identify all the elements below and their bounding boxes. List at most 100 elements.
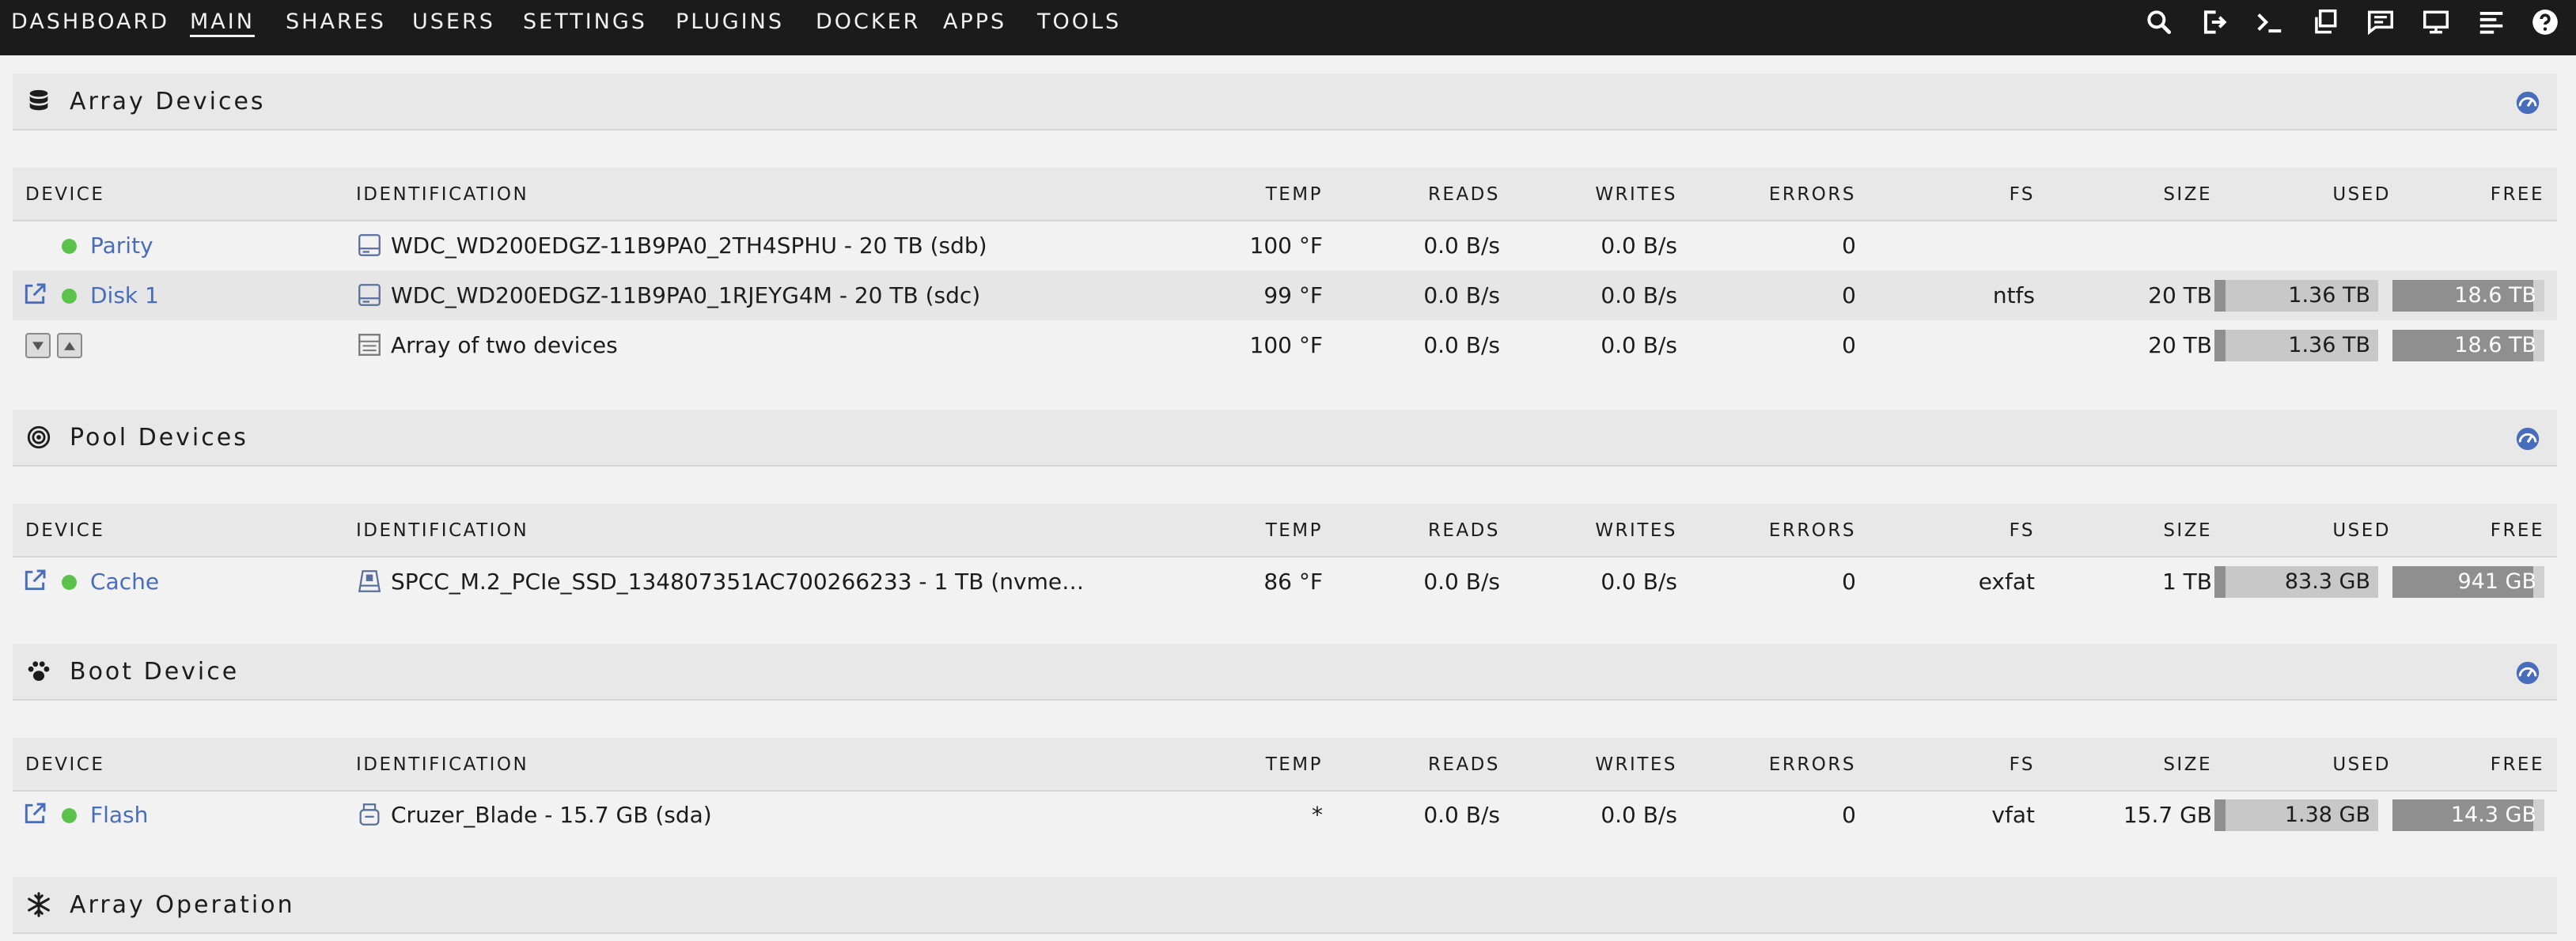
temp-value: 100 °F [1249,332,1323,358]
writes-value: 0.0 B/s [1601,802,1677,828]
col-reads: READS [1427,754,1500,775]
used-bar: 1.38 GB [2214,799,2378,831]
nav-users[interactable]: USERS [412,0,495,44]
fs-value: vfat [1991,802,2035,828]
device-link[interactable]: Cache [90,557,159,607]
database-icon [25,88,52,115]
col-writes: WRITES [1595,184,1677,205]
col-size: SIZE [2163,754,2212,775]
feedback-icon[interactable] [2366,7,2396,37]
device-link[interactable]: Disk 1 [90,270,159,320]
reads-value: 0.0 B/s [1423,569,1500,595]
col-reads: READS [1427,184,1500,205]
reads-value: 0.0 B/s [1423,282,1500,308]
section-title: Pool Devices [70,424,248,452]
col-free: FREE [2490,520,2544,541]
device-link[interactable]: Parity [90,221,153,270]
writes-value: 0.0 B/s [1601,332,1677,358]
fs-value: exfat [1978,569,2035,595]
hdd-icon [356,282,383,308]
hdd-icon [356,232,383,259]
free-value: 941 GB [2457,569,2536,594]
col-device: DEVICE [25,520,105,541]
col-errors: ERRORS [1768,520,1856,541]
writes-value: 0.0 B/s [1601,232,1677,259]
nav-settings[interactable]: SETTINGS [523,0,647,44]
device-link[interactable]: Flash [90,790,148,840]
terminal-icon[interactable] [2255,7,2285,37]
paw-icon [25,658,52,685]
log-icon[interactable] [2476,7,2506,37]
table-row: Parity WDC_WD200EDGZ-11B9PA0_2TH4SPHU - … [13,221,2557,270]
windows-icon[interactable] [2310,7,2340,37]
dashboard-gauge-icon[interactable] [2514,659,2541,686]
nav-docker[interactable]: DOCKER [816,0,920,44]
col-temp: TEMP [1265,754,1323,775]
external-link-icon[interactable] [22,801,47,826]
col-errors: ERRORS [1768,754,1856,775]
section-title: Array Devices [70,88,266,115]
nav-main[interactable]: MAIN [190,0,255,44]
snowflake-icon [25,891,52,918]
device-identification: Array of two devices [391,332,618,358]
used-bar: 83.3 GB [2214,566,2378,598]
nav-shares[interactable]: SHARES [286,0,386,44]
col-temp: TEMP [1265,184,1323,205]
used-value: 1.36 TB [2288,333,2370,357]
nav-apps[interactable]: APPS [943,0,1006,44]
errors-value: 0 [1842,282,1856,308]
pool-devices-header: Pool Devices [13,410,2557,467]
boot-device-header: Boot Device [13,644,2557,701]
col-identification: IDENTIFICATION [356,184,529,205]
search-icon[interactable] [2144,7,2174,37]
dashboard-gauge-icon[interactable] [2514,89,2541,116]
free-value: 18.6 TB [2454,283,2536,308]
nav-plugins[interactable]: PLUGINS [676,0,784,44]
dashboard-gauge-icon[interactable] [2514,425,2541,452]
usb-drive-icon [356,801,383,828]
nav-tools[interactable]: TOOLS [1037,0,1121,44]
col-size: SIZE [2163,520,2212,541]
device-identification[interactable]: WDC_WD200EDGZ-11B9PA0_2TH4SPHU - 20 TB (… [391,221,987,270]
device-identification[interactable]: WDC_WD200EDGZ-11B9PA0_1RJEYG4M - 20 TB (… [391,270,980,320]
help-icon[interactable] [2530,7,2560,37]
col-free: FREE [2490,184,2544,205]
used-bar: 1.36 TB [2214,330,2378,361]
temp-value: 86 °F [1263,569,1323,595]
expand-button[interactable] [57,333,82,358]
table-row: Flash Cruzer_Blade - 15.7 GB (sda) * 0.0… [13,790,2557,840]
status-dot [62,239,77,254]
status-dot [62,808,77,823]
writes-value: 0.0 B/s [1601,569,1677,595]
reads-value: 0.0 B/s [1423,802,1500,828]
used-bar: 1.36 TB [2214,280,2378,312]
device-identification[interactable]: SPCC_M.2_PCIe_SSD_134807351AC700266233 -… [391,557,1084,607]
col-identification: IDENTIFICATION [356,520,529,541]
used-value: 1.36 TB [2288,283,2370,308]
array-operation-header: Array Operation [13,877,2557,934]
array-devices-header: Array Devices [13,74,2557,130]
used-value: 1.38 GB [2284,803,2370,827]
top-nav-bar: DASHBOARD MAIN SHARES USERS SETTINGS PLU… [0,0,2576,55]
device-identification[interactable]: Cruzer_Blade - 15.7 GB (sda) [391,790,712,840]
col-device: DEVICE [25,754,105,775]
array-column-header: DEVICE IDENTIFICATION TEMP READS WRITES … [13,168,2557,221]
size-value: 1 TB [2161,569,2212,595]
section-title: Boot Device [70,658,240,686]
target-icon [25,424,52,451]
col-temp: TEMP [1265,520,1323,541]
external-link-icon[interactable] [22,568,47,593]
free-value: 14.3 GB [2450,803,2536,827]
monitor-icon[interactable] [2421,7,2451,37]
col-writes: WRITES [1595,754,1677,775]
col-free: FREE [2490,754,2544,775]
col-size: SIZE [2163,184,2212,205]
collapse-button[interactable] [25,333,51,358]
size-value: 15.7 GB [2123,802,2212,828]
external-link-icon[interactable] [22,282,47,307]
logout-icon[interactable] [2199,7,2229,37]
nav-dashboard[interactable]: DASHBOARD [11,0,169,44]
free-bar: 14.3 GB [2392,799,2544,831]
free-value: 18.6 TB [2454,333,2536,357]
table-row: Cache SPCC_M.2_PCIe_SSD_134807351AC70026… [13,557,2557,607]
